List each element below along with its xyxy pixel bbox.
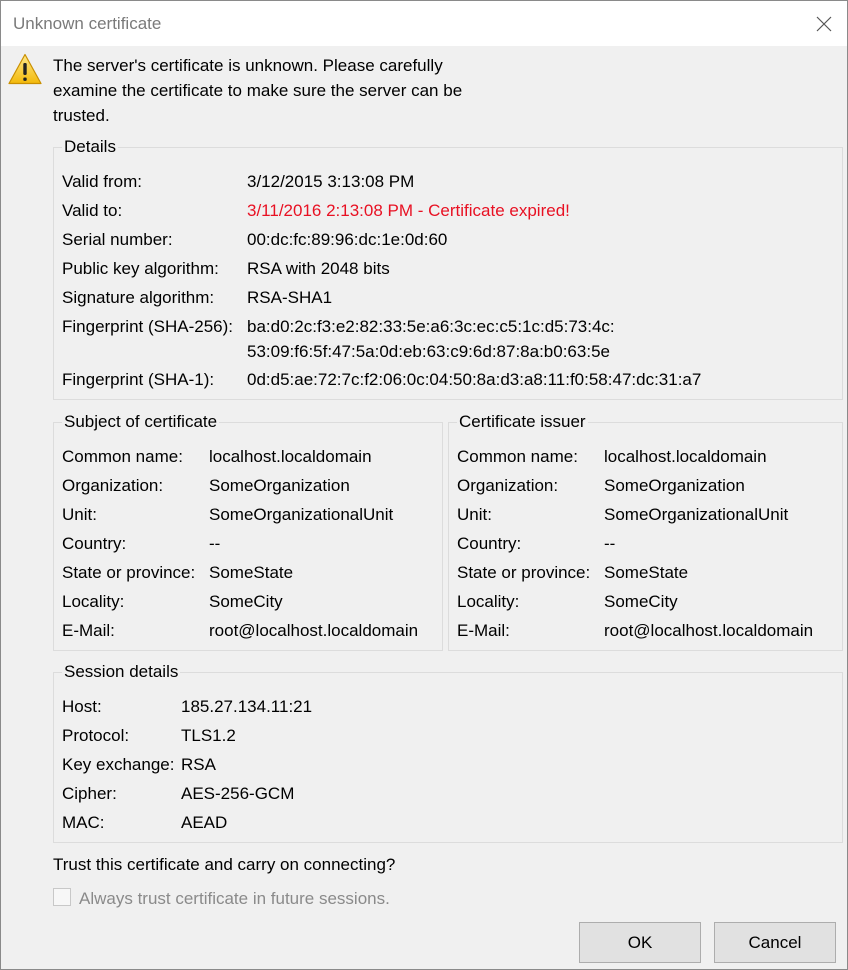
field-value: AEAD — [181, 813, 228, 832]
field-value: SomeOrganizationalUnit — [604, 505, 789, 524]
ok-button[interactable]: OK — [579, 922, 701, 963]
field-label: Key exchange: — [62, 755, 175, 774]
field-value: AES-256-GCM — [181, 784, 295, 803]
field-label: Organization: — [457, 476, 559, 495]
detail-label: Public key algorithm: — [62, 259, 219, 278]
field-value: SomeCity — [604, 592, 678, 611]
field-value: SomeOrganization — [604, 476, 745, 495]
field-label: E-Mail: — [457, 621, 510, 640]
field-value: root@localhost.localdomain — [209, 621, 419, 640]
detail-label: Fingerprint (SHA-1): — [62, 370, 215, 389]
window-title: Unknown certificate — [13, 14, 162, 33]
field-value: localhost.localdomain — [209, 447, 372, 466]
field-label: Locality: — [457, 592, 520, 611]
field-value: SomeOrganizationalUnit — [209, 505, 394, 524]
field-label: Unit: — [457, 505, 492, 524]
field-value: SomeState — [209, 563, 294, 582]
field-label: Organization: — [62, 476, 164, 495]
field-value: SomeState — [604, 563, 689, 582]
field-label: Cipher: — [62, 784, 117, 803]
field-value: 185.27.134.11:21 — [181, 697, 313, 716]
detail-value: 00:dc:fc:89:96:dc:1e:0d:60 — [247, 230, 448, 249]
close-button[interactable] — [801, 1, 847, 46]
field-label: Protocol: — [62, 726, 130, 745]
field-label: Unit: — [62, 505, 97, 524]
session-group-title: Session details — [62, 661, 181, 683]
detail-label: Serial number: — [62, 230, 173, 249]
detail-label: Signature algorithm: — [62, 288, 215, 307]
detail-label: Valid to: — [62, 201, 123, 220]
field-value: -- — [604, 534, 616, 553]
details-group: Details Valid from: 3/12/2015 3:13:08 PM… — [53, 136, 843, 400]
session-group: Session details Host: 185.27.134.11:21 P… — [53, 661, 843, 843]
field-label: State or province: — [457, 563, 591, 582]
cancel-button[interactable]: Cancel — [714, 922, 836, 963]
field-value: TLS1.2 — [181, 726, 236, 745]
field-label: Common name: — [62, 447, 183, 466]
always-trust-checkbox[interactable] — [53, 888, 71, 906]
field-value: SomeOrganization — [209, 476, 350, 495]
detail-value: RSA-SHA1 — [247, 288, 333, 307]
field-label: State or province: — [62, 563, 196, 582]
details-group-title: Details — [62, 136, 118, 158]
field-label: Country: — [457, 534, 522, 553]
warning-icon — [8, 53, 42, 85]
detail-value: ba:d0:2c:f3:e2:82:33:5e:a6:3c:ec:c5:1c:d… — [247, 317, 615, 336]
subject-group: Subject of certificate Common name: loca… — [53, 411, 443, 651]
field-label: E-Mail: — [62, 621, 115, 640]
field-label: Country: — [62, 534, 127, 553]
always-trust-label: Always trust certificate in future sessi… — [79, 889, 390, 908]
title-bar: Unknown certificate — [1, 1, 847, 46]
field-label: Host: — [62, 697, 102, 716]
detail-value: 3/12/2015 3:13:08 PM — [247, 172, 415, 191]
detail-label: Valid from: — [62, 172, 142, 191]
detail-label: Fingerprint (SHA-256): — [62, 317, 234, 336]
field-value: root@localhost.localdomain — [604, 621, 814, 640]
detail-value-line2: 53:09:f6:5f:47:5a:0d:eb:63:c9:6d:87:8a:b… — [247, 342, 610, 361]
field-value: localhost.localdomain — [604, 447, 767, 466]
issuer-group-title: Certificate issuer — [457, 411, 588, 433]
warning-message: The server's certificate is unknown. Ple… — [53, 56, 463, 125]
field-label: Locality: — [62, 592, 125, 611]
subject-group-title: Subject of certificate — [62, 411, 220, 433]
issuer-group: Certificate issuer Common name: localhos… — [448, 411, 843, 651]
trust-question: Trust this certificate and carry on conn… — [53, 855, 396, 874]
certificate-dialog: Unknown certificate The server's certifi… — [0, 0, 848, 970]
field-value: RSA — [181, 755, 216, 774]
field-label: Common name: — [457, 447, 578, 466]
field-value: -- — [209, 534, 221, 553]
expired-value: 3/11/2016 2:13:08 PM - Certificate expir… — [247, 201, 570, 220]
detail-value: 0d:d5:ae:72:7c:f2:06:0c:04:50:8a:d3:a8:1… — [247, 370, 702, 389]
detail-value: RSA with 2048 bits — [247, 259, 390, 278]
field-label: MAC: — [62, 813, 105, 832]
close-icon — [816, 16, 832, 31]
field-value: SomeCity — [209, 592, 283, 611]
